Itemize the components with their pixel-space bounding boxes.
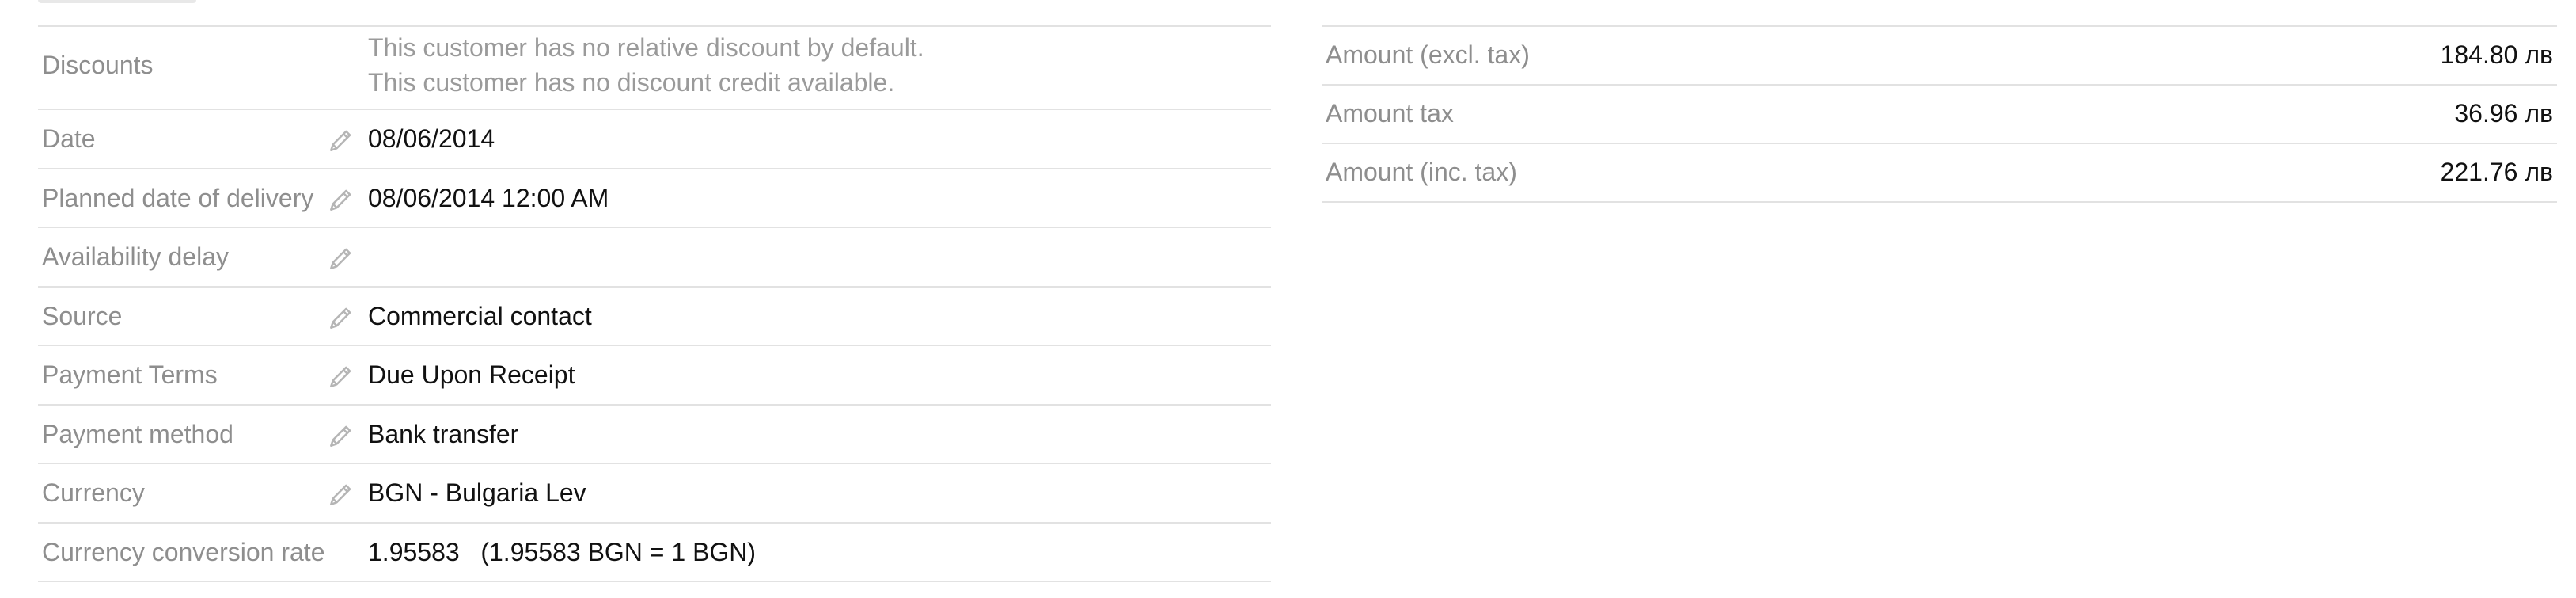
tab-stub — [38, 0, 196, 3]
discounts-row: Discounts This customer has no relative … — [38, 27, 1271, 110]
field-label: Currency conversion rate — [42, 537, 325, 566]
field-value: Bank transfer — [368, 419, 519, 448]
field-value: Commercial contact — [368, 301, 592, 330]
field-label: Payment Terms — [42, 360, 218, 389]
field-label: Availability delay — [42, 242, 229, 271]
field-value: 08/06/2014 — [368, 124, 495, 153]
payment-terms-row: Payment Terms Due Upon Receipt — [38, 346, 1271, 406]
field-value: BGN - Bulgaria Lev — [368, 478, 586, 507]
amount-excl-tax-row: Amount (excl. tax) 184.80 лв — [1322, 27, 2557, 86]
amount-inc-tax-row: Amount (inc. tax) 221.76 лв — [1322, 144, 2557, 203]
amount-label: Amount (inc. tax) — [1326, 158, 1517, 186]
pencil-icon[interactable] — [326, 479, 356, 509]
amount-tax-row: Amount tax 36.96 лв — [1322, 86, 2557, 144]
pencil-icon[interactable] — [326, 421, 356, 451]
field-label: Planned date of delivery — [42, 183, 314, 212]
source-row: Source Commercial contact — [38, 288, 1271, 346]
delivery-date-row: Planned date of delivery 08/06/2014 12:0… — [38, 169, 1271, 228]
payment-method-row: Payment method Bank transfer — [38, 406, 1271, 464]
amount-label: Amount tax — [1326, 99, 1454, 128]
date-row: Date 08/06/2014 — [38, 110, 1271, 169]
order-info-table: Discounts This customer has no relative … — [38, 25, 1271, 582]
amount-label: Amount (excl. tax) — [1326, 40, 1530, 69]
field-label: Currency — [42, 478, 145, 507]
availability-delay-row: Availability delay — [38, 228, 1271, 288]
pencil-icon[interactable] — [326, 243, 356, 273]
relative-discount-note: This customer has no relative discount b… — [368, 33, 924, 62]
field-label: Payment method — [42, 419, 233, 448]
currency-row: Currency BGN - Bulgaria Lev — [38, 464, 1271, 524]
field-value: Due Upon Receipt — [368, 360, 575, 389]
field-label: Date — [42, 124, 96, 153]
pencil-icon[interactable] — [326, 361, 356, 391]
amount-value: 184.80 лв — [2440, 40, 2553, 69]
amount-value: 36.96 лв — [2454, 99, 2553, 128]
pencil-icon[interactable] — [326, 125, 356, 155]
field-value: 1.95583 (1.95583 BGN = 1 BGN) — [368, 537, 757, 566]
pencil-icon[interactable] — [326, 303, 356, 333]
field-value: 08/06/2014 12:00 AM — [368, 183, 609, 212]
currency-rate-row: Currency conversion rate 1.95583 (1.9558… — [38, 524, 1271, 582]
field-label: Source — [42, 301, 123, 330]
pencil-icon[interactable] — [326, 185, 356, 215]
amount-value: 221.76 лв — [2440, 158, 2553, 186]
discount-credit-note: This customer has no discount credit ava… — [368, 68, 895, 97]
discounts-label: Discounts — [42, 51, 154, 79]
amounts-table: Amount (excl. tax) 184.80 лв Amount tax … — [1322, 25, 2557, 203]
